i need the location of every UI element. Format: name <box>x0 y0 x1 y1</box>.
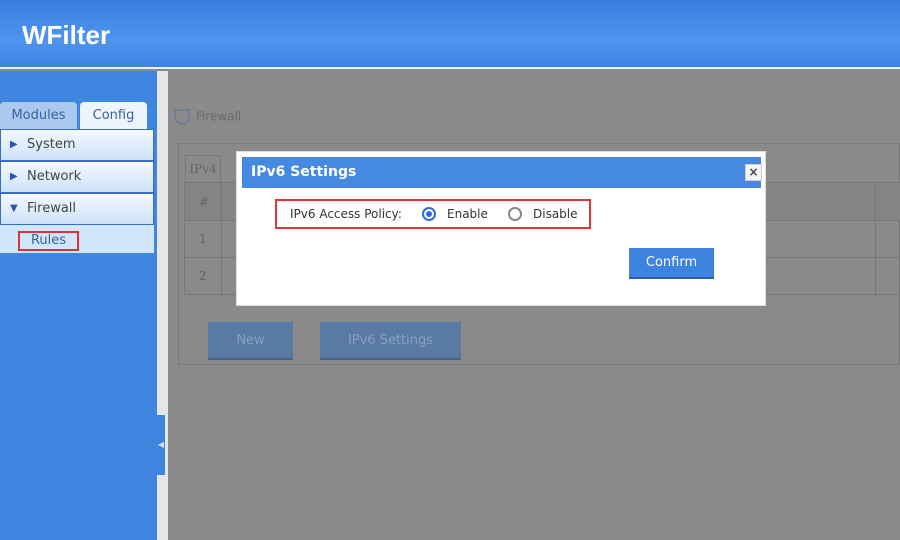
menu-label: Firewall <box>27 201 77 216</box>
dialog-title: IPv6 Settings × <box>242 157 762 188</box>
ipv6-settings-dialog: IPv6 Settings × IPv6 Access Policy: Enab… <box>236 151 766 306</box>
caret-right-icon: ▶ <box>10 171 18 182</box>
collapse-handle[interactable]: ◀ <box>157 415 165 475</box>
divider <box>221 183 222 296</box>
cell: 2 <box>199 269 207 283</box>
menu-network[interactable]: ▶ Network <box>0 161 154 193</box>
divider <box>875 183 876 296</box>
submenu-rules[interactable]: Rules <box>18 231 79 251</box>
policy-label: IPv6 Access Policy: <box>290 207 402 221</box>
shield-icon <box>174 109 190 125</box>
enable-radio[interactable] <box>422 207 436 221</box>
menu-firewall[interactable]: ▼ Firewall <box>0 193 154 225</box>
column-header: # <box>199 195 210 209</box>
disable-label[interactable]: Disable <box>533 201 578 227</box>
enable-label[interactable]: Enable <box>447 201 488 227</box>
app-header: WFilter <box>0 0 900 69</box>
caret-down-icon: ▼ <box>10 203 18 214</box>
section-title: Firewall <box>174 109 241 125</box>
section-label: Firewall <box>196 109 242 124</box>
app-logo: WFilter <box>22 20 111 50</box>
new-button[interactable]: New <box>208 322 293 360</box>
menu-label: System <box>27 137 76 152</box>
menu-system[interactable]: ▶ System <box>0 129 154 161</box>
tab-modules[interactable]: Modules <box>0 102 77 129</box>
close-icon[interactable]: × <box>745 164 762 181</box>
cell: 1 <box>199 232 207 246</box>
ipv6-settings-button[interactable]: IPv6 Settings <box>320 322 461 360</box>
menu-label: Network <box>27 169 82 184</box>
confirm-button[interactable]: Confirm <box>629 248 714 279</box>
caret-left-icon: ◀ <box>157 440 165 449</box>
access-policy-group: IPv6 Access Policy: Enable Disable <box>275 199 591 229</box>
tab-config[interactable]: Config <box>80 102 147 129</box>
dialog-title-text: IPv6 Settings <box>251 164 357 180</box>
caret-right-icon: ▶ <box>10 139 18 150</box>
disable-radio[interactable] <box>508 207 522 221</box>
tab-ipv4[interactable]: IPv4 <box>185 155 221 182</box>
